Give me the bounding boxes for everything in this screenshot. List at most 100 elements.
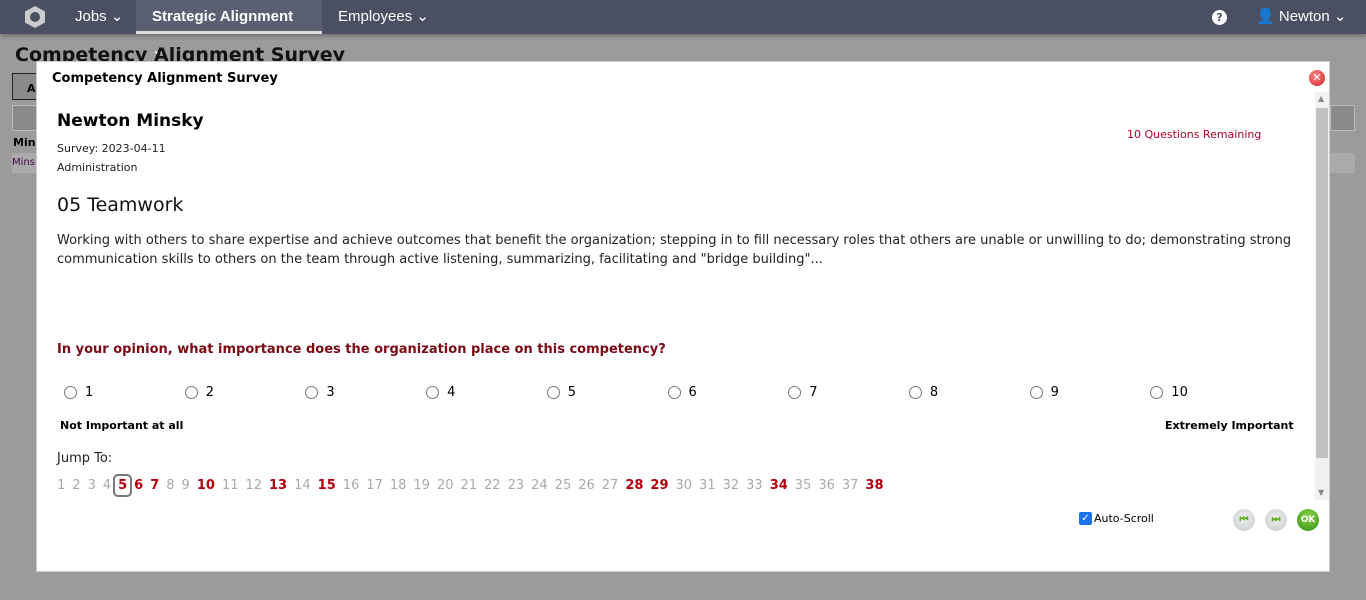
jump-to-question[interactable]: 14 — [294, 478, 311, 493]
skip-back-icon: ⏮ — [1239, 514, 1249, 525]
jump-to-question[interactable]: 19 — [413, 478, 430, 493]
jump-to-question[interactable]: 37 — [842, 478, 859, 493]
rating-option[interactable]: 6 — [667, 385, 697, 400]
jump-to-question[interactable]: 6 — [134, 478, 143, 493]
rating-value: 6 — [688, 385, 697, 400]
survey-date: Survey: 2023-04-11 — [57, 142, 166, 155]
jump-to-question[interactable]: 36 — [818, 478, 835, 493]
jump-to-question[interactable]: 33 — [746, 478, 763, 493]
nav-strategic-alignment[interactable]: Strategic Alignment ⌄ — [136, 0, 322, 59]
jump-to-question[interactable]: 38 — [865, 478, 883, 493]
rating-value: 10 — [1171, 385, 1188, 400]
nav-jobs[interactable]: Jobs ⌄ — [59, 0, 139, 34]
radio-button[interactable] — [908, 386, 922, 399]
rating-option[interactable]: 8 — [908, 385, 939, 400]
jump-to-question[interactable]: 26 — [578, 478, 595, 493]
background-cell: Mins — [12, 153, 36, 173]
high-label: Extremely Important — [1165, 419, 1294, 432]
jump-to-question[interactable]: 35 — [795, 478, 812, 493]
jump-to-question[interactable]: 11 — [222, 478, 239, 493]
rating-option[interactable]: 10 — [1150, 385, 1188, 400]
auto-scroll-label: Auto-Scroll — [1094, 512, 1154, 525]
jump-to-question[interactable]: 16 — [343, 478, 360, 493]
jump-to-question[interactable]: 32 — [723, 478, 740, 493]
jump-to-question[interactable]: 23 — [508, 478, 525, 493]
jump-to-question[interactable]: 21 — [460, 478, 477, 493]
rating-value: 2 — [205, 385, 214, 400]
employee-name: Newton Minsky — [57, 111, 204, 131]
close-icon[interactable]: ✕ — [1309, 70, 1325, 86]
top-nav: Jobs ⌄ Strategic Alignment ⌄ Employees ⌄… — [0, 0, 1366, 59]
user-menu[interactable]: 👤 Newton ⌄ — [1256, 0, 1346, 34]
competency-title: 05 Teamwork — [57, 194, 184, 216]
jump-to-question[interactable]: 8 — [166, 478, 174, 493]
low-label: Not Important at all — [60, 419, 184, 432]
rating-option[interactable]: 3 — [305, 385, 335, 400]
jump-to-question[interactable]: 5 — [113, 474, 133, 497]
radio-button[interactable] — [546, 386, 560, 399]
auto-scroll[interactable]: ✓ Auto-Scroll — [1079, 512, 1154, 525]
survey-dialog: Competency Alignment Survey ✕ ▲ ▼ Newton … — [36, 61, 1330, 572]
nav-employees[interactable]: Employees ⌄ — [322, 0, 445, 34]
radio-button[interactable] — [788, 386, 802, 399]
rating-value: 1 — [85, 385, 94, 400]
jump-to-question[interactable]: 13 — [269, 478, 287, 493]
jump-label: Jump To: — [57, 451, 113, 466]
jump-to-question[interactable]: 22 — [484, 478, 501, 493]
radio-button[interactable] — [667, 386, 681, 399]
scrollbar[interactable]: ▲ ▼ — [1315, 92, 1329, 500]
rating-option[interactable]: 4 — [426, 385, 455, 400]
dialog-title: Competency Alignment Survey — [52, 71, 278, 86]
rating-value: 8 — [929, 385, 939, 400]
jump-to-question[interactable]: 24 — [531, 478, 548, 493]
background-box — [1330, 105, 1355, 131]
jump-to-question[interactable]: 15 — [318, 478, 336, 493]
ok-button[interactable]: OK — [1297, 509, 1319, 531]
skip-forward-icon: ⏭ — [1271, 514, 1281, 525]
help-icon[interactable]: ? — [1212, 10, 1227, 25]
rating-option[interactable]: 5 — [546, 385, 577, 400]
app-logo-icon[interactable] — [25, 6, 45, 28]
question-text: In your opinion, what importance does th… — [57, 342, 666, 357]
jump-to-question[interactable]: 25 — [555, 478, 572, 493]
radio-button[interactable] — [64, 386, 77, 399]
jump-to-question[interactable]: 9 — [182, 478, 190, 493]
first-question-button[interactable]: ⏮ — [1233, 509, 1255, 531]
rating-value: 7 — [809, 385, 818, 400]
jump-to-question[interactable]: 18 — [390, 478, 407, 493]
rating-option[interactable]: 2 — [184, 385, 214, 400]
radio-button[interactable] — [1150, 386, 1164, 399]
jump-to-question[interactable]: 29 — [650, 478, 668, 493]
next-question-button[interactable]: ⏭ — [1265, 509, 1287, 531]
jump-to-question[interactable]: 4 — [103, 478, 111, 493]
jump-to-question[interactable]: 27 — [602, 478, 619, 493]
rating-value: 4 — [447, 385, 456, 400]
user-name: Newton ⌄ — [1278, 8, 1347, 25]
jump-to-question[interactable]: 12 — [245, 478, 262, 493]
jump-to-question[interactable]: 3 — [88, 478, 96, 493]
auto-scroll-checkbox[interactable]: ✓ — [1079, 512, 1092, 525]
radio-button[interactable] — [305, 386, 319, 399]
jump-to-question[interactable]: 2 — [72, 478, 80, 493]
radio-button[interactable] — [184, 386, 198, 399]
jump-to-question[interactable]: 34 — [770, 478, 788, 493]
jump-to-question[interactable]: 20 — [437, 478, 454, 493]
rating-option[interactable]: 1 — [64, 385, 93, 400]
jump-to-list: 1 2 3 4 5 6 7 8 9 10 11 12 13 14 15 16 17 18 19 20 21 22 23 24 2… — [57, 474, 891, 497]
user-icon: 👤 — [1256, 8, 1279, 25]
radio-button[interactable] — [426, 386, 440, 399]
rating-value: 9 — [1050, 385, 1059, 400]
rating-value: 5 — [567, 385, 577, 400]
rating-option[interactable]: 9 — [1029, 385, 1059, 400]
background-label: Min — [13, 136, 36, 149]
jump-to-question[interactable]: 30 — [676, 478, 693, 493]
jump-to-question[interactable]: 10 — [197, 478, 215, 493]
jump-to-question[interactable]: 28 — [625, 478, 643, 493]
radio-button[interactable] — [1029, 386, 1043, 399]
rating-option[interactable]: 7 — [788, 385, 817, 400]
jump-to-question[interactable]: 31 — [699, 478, 716, 493]
jump-to-question[interactable]: 7 — [150, 478, 159, 493]
jump-to-question[interactable]: 17 — [366, 478, 383, 493]
questions-remaining: 10 Questions Remaining — [1127, 128, 1262, 141]
jump-to-question[interactable]: 1 — [57, 478, 65, 493]
